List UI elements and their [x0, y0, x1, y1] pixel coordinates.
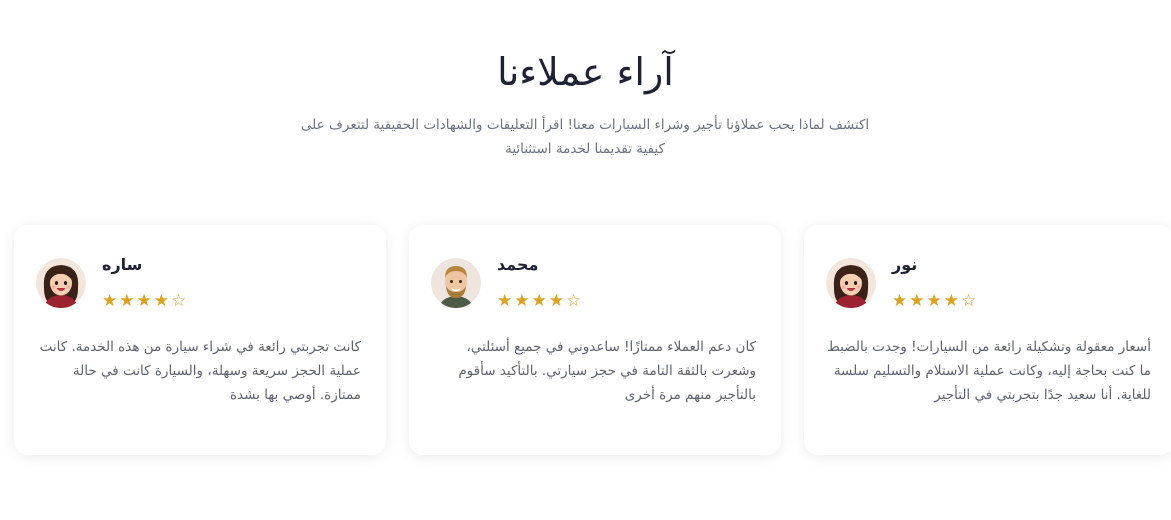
section-title: آراء عملاءنا	[497, 50, 674, 94]
star-filled-icon: ★	[102, 291, 120, 311]
star-filled-icon: ★	[548, 291, 566, 311]
review-card: نور ★★★★☆ أسعار معقولة وتشكيلة رائعة من …	[804, 225, 1171, 455]
female-avatar-icon	[36, 258, 86, 308]
review-card: محمد ★★★★☆ كان دعم العملاء ممتازًا! ساعد…	[409, 225, 781, 455]
star-filled-icon: ★	[514, 291, 532, 311]
review-text: كانت تجربتي رائعة في شراء سيارة من هذه ا…	[39, 339, 361, 403]
star-filled-icon: ★	[119, 291, 137, 311]
star-filled-icon: ★	[892, 291, 910, 311]
avatar	[36, 258, 86, 308]
female-avatar-icon	[826, 258, 876, 308]
avatar	[431, 258, 481, 308]
review-card: ساره ★★★★☆ كانت تجربتي رائعة في شراء سيا…	[14, 225, 386, 455]
review-text: كان دعم العملاء ممتازًا! ساعدوني في جميع…	[458, 339, 756, 403]
star-empty-icon: ☆	[171, 291, 189, 311]
star-filled-icon: ★	[943, 291, 961, 311]
section-subtitle: اكتشف لماذا يحب عملاؤنا تأجير وشراء السي…	[300, 117, 870, 157]
rating-stars: ★★★★☆	[497, 291, 583, 311]
male-avatar-icon	[431, 258, 481, 308]
star-filled-icon: ★	[926, 291, 944, 311]
reviewer-name: نور	[892, 255, 918, 274]
rating-stars: ★★★★☆	[892, 291, 978, 311]
avatar	[826, 258, 876, 308]
star-empty-icon: ☆	[961, 291, 979, 311]
star-filled-icon: ★	[909, 291, 927, 311]
star-filled-icon: ★	[497, 291, 515, 311]
reviews-list: ساره ★★★★☆ كانت تجربتي رائعة في شراء سيا…	[0, 225, 1171, 465]
reviewer-name: ساره	[102, 255, 143, 274]
review-text: أسعار معقولة وتشكيلة رائعة من السيارات! …	[827, 339, 1151, 403]
reviewer-name: محمد	[497, 255, 539, 274]
star-empty-icon: ☆	[566, 291, 584, 311]
rating-stars: ★★★★☆	[102, 291, 188, 311]
star-filled-icon: ★	[136, 291, 154, 311]
testimonials-section: آراء عملاءنا اكتشف لماذا يحب عملاؤنا تأج…	[0, 0, 1171, 520]
star-filled-icon: ★	[153, 291, 171, 311]
star-filled-icon: ★	[531, 291, 549, 311]
